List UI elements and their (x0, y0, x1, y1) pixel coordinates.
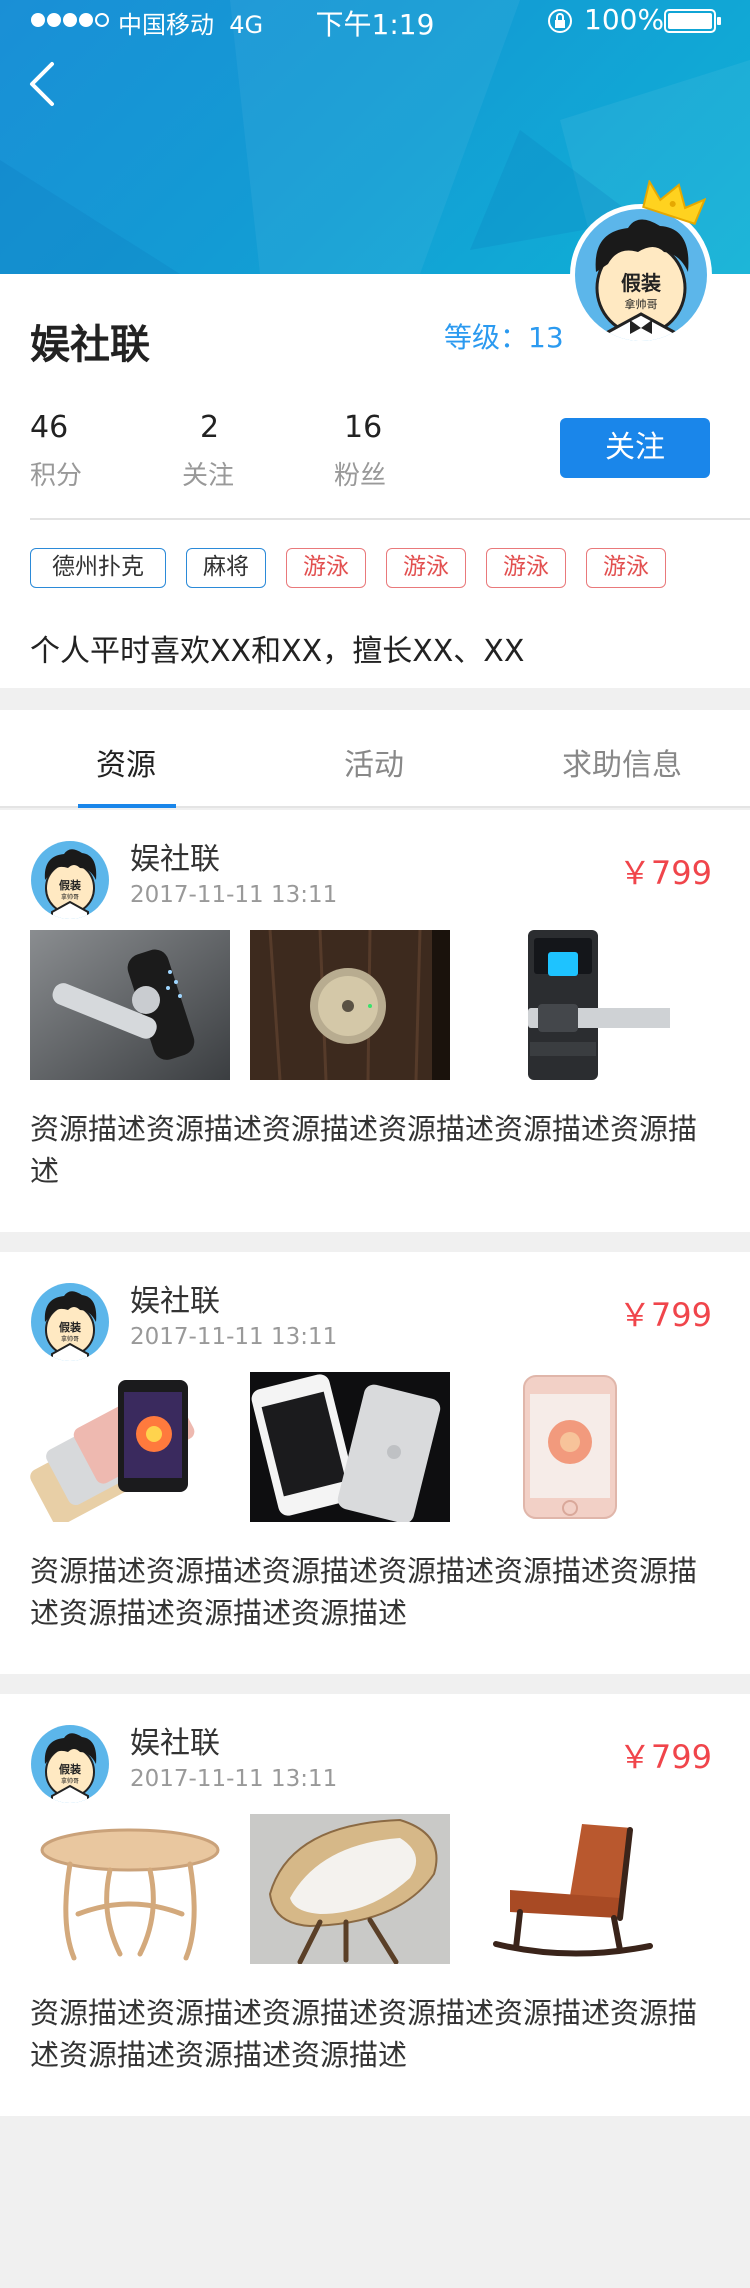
product-image-fingerprint-lock[interactable] (470, 930, 670, 1080)
resource-card[interactable]: 假装 拿帅哥 娱社联 2017-11-11 13:11 ￥799 资源描述资源描… (0, 1694, 750, 2116)
resource-description: 资源描述资源描述资源描述资源描述资源描述资源描述资源描述资源描述资源描述 (30, 1554, 698, 1630)
product-image-smart-lock[interactable] (30, 930, 230, 1080)
product-image-round-lock[interactable] (250, 930, 450, 1080)
product-image-iphone-5[interactable] (250, 1372, 450, 1522)
product-image-round-table[interactable] (30, 1814, 230, 1964)
svg-text:假装: 假装 (59, 1762, 81, 1776)
tag-swimming[interactable]: 游泳 (386, 548, 466, 588)
svg-text:拿帅哥: 拿帅哥 (61, 893, 79, 901)
post-date: 2017-11-11 13:11 (130, 882, 338, 908)
product-image-iphone-se-rose[interactable] (470, 1372, 670, 1522)
svg-text:假装: 假装 (59, 878, 81, 892)
svg-text:假装: 假装 (59, 1320, 81, 1334)
tab-help-requests[interactable]: 求助信息 (562, 740, 682, 784)
svg-text:假装: 假装 (621, 271, 661, 295)
resource-description: 资源描述资源描述资源描述资源描述资源描述资源描述资源描述资源描述资源描述 (30, 1996, 698, 2072)
divider (30, 518, 750, 520)
price: ￥799 (618, 1738, 712, 1776)
avatar[interactable]: 假装 拿帅哥 (30, 1724, 110, 1804)
tab-resources[interactable]: 资源 (96, 740, 156, 784)
tag-swimming[interactable]: 游泳 (486, 548, 566, 588)
profile-level: 等级：13 (444, 321, 564, 354)
profile-bio: 个人平时喜欢XX和XX，擅长XX、XX (30, 634, 525, 669)
tab-activities[interactable]: 活动 (344, 740, 404, 784)
svg-text:拿帅哥: 拿帅哥 (625, 297, 658, 311)
status-bar: 中国移动 4G 下午1:19 100% (0, 0, 750, 41)
tag-swimming[interactable]: 游泳 (586, 548, 666, 588)
avatar[interactable]: 假装 拿帅哥 (30, 840, 110, 920)
resource-card[interactable]: 假装 拿帅哥 娱社联 2017-11-11 13:11 ￥799 资源描述资源描… (0, 810, 750, 1232)
svg-text:拿帅哥: 拿帅哥 (61, 1335, 79, 1343)
tag-texas-poker[interactable]: 德州扑克 (30, 548, 166, 588)
product-image-lounge-chair[interactable] (250, 1814, 450, 1964)
poster-name: 娱社联 (130, 842, 220, 877)
tag-mahjong[interactable]: 麻将 (186, 548, 266, 588)
product-image-iphone-se-colors[interactable] (30, 1372, 230, 1522)
avatar[interactable]: 假装 拿帅哥 (30, 1282, 110, 1362)
tab-bar: 资源 活动 求助信息 (0, 710, 750, 808)
stat-following[interactable]: 2 关注 (182, 410, 234, 492)
resource-card[interactable]: 假装 拿帅哥 娱社联 2017-11-11 13:11 ￥799 资源描述资源描… (0, 1252, 750, 1674)
poster-name: 娱社联 (130, 1726, 220, 1761)
crown-icon (642, 180, 706, 225)
tag-swimming[interactable]: 游泳 (286, 548, 366, 588)
product-image-rocking-chair[interactable] (470, 1814, 670, 1964)
post-date: 2017-11-11 13:11 (130, 1766, 338, 1792)
follow-button[interactable]: 关注 (560, 418, 710, 478)
resource-description: 资源描述资源描述资源描述资源描述资源描述资源描述 (30, 1112, 698, 1188)
post-date: 2017-11-11 13:11 (130, 1324, 338, 1350)
stat-points[interactable]: 46 积分 (30, 410, 82, 492)
stat-followers[interactable]: 16 粉丝 (334, 410, 386, 492)
battery-icon (664, 9, 721, 33)
back-button[interactable] (24, 58, 64, 110)
price: ￥799 (618, 854, 712, 892)
rotation-lock-icon (548, 9, 572, 33)
active-tab-indicator (78, 804, 176, 808)
battery-percent: 100% (584, 3, 665, 36)
profile-name: 娱社联 (30, 322, 150, 368)
price: ￥799 (618, 1296, 712, 1334)
svg-text:拿帅哥: 拿帅哥 (61, 1777, 79, 1785)
poster-name: 娱社联 (130, 1284, 220, 1319)
